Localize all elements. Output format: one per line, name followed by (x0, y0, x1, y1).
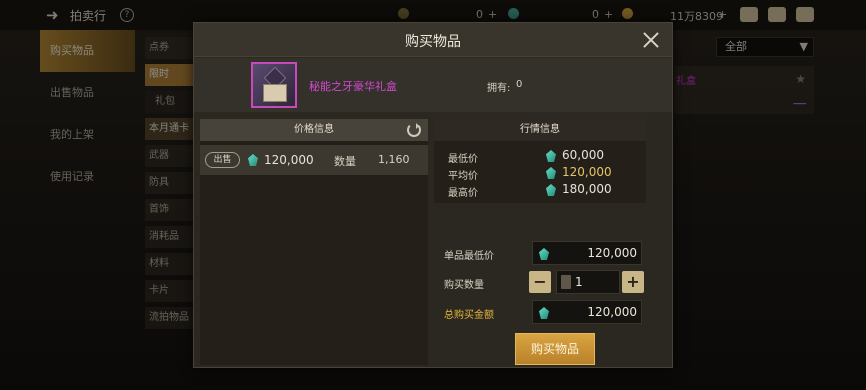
item-thumbnail (251, 62, 297, 108)
gem-icon (546, 184, 556, 196)
item-name: 秘能之牙豪华礼盒 (309, 80, 397, 93)
qty-input-box (556, 270, 620, 294)
item-box-art (263, 84, 287, 102)
gem-icon (539, 248, 549, 260)
owned-label: 拥有: (487, 83, 511, 94)
total-field: 120,000 (532, 300, 642, 324)
price-info-header: 价格信息 (200, 119, 428, 141)
gem-icon (539, 307, 549, 319)
max-price-label: 最高价 (448, 188, 478, 199)
total-value: 120,000 (587, 305, 637, 319)
unit-price-label: 单品最低价 (444, 251, 494, 262)
listing-qty: 1,160 (378, 153, 410, 166)
sell-tag: 出售 (205, 152, 240, 168)
gem-icon (546, 150, 556, 162)
buy-item-button[interactable]: 购买物品 (515, 333, 595, 365)
avg-price-value: 120,000 (562, 165, 612, 179)
market-info-panel: 行情信息 最低价 60,000 平均价 120,000 最高价 180,000 (434, 119, 646, 203)
qty-label: 购买数量 (444, 280, 484, 291)
gem-icon (248, 154, 258, 166)
gem-icon (546, 167, 556, 179)
decrease-qty-button[interactable]: − (529, 271, 551, 293)
buy-item-dialog: 购买物品 秘能之牙豪华礼盒 拥有: 0 价格信息 出售 120,000 数量 1… (193, 22, 673, 368)
max-price-value: 180,000 (562, 182, 612, 196)
item-summary: 秘能之牙豪华礼盒 拥有: 0 (194, 58, 672, 112)
close-icon[interactable] (640, 29, 662, 51)
listing-row[interactable]: 出售 120,000 数量 1,160 (200, 145, 428, 175)
dialog-header: 购买物品 (194, 23, 672, 57)
qty-input[interactable] (575, 274, 615, 290)
owned-value: 0 (516, 79, 523, 90)
listing-qty-label: 数量 (334, 155, 356, 168)
increase-qty-button[interactable]: + (622, 271, 644, 293)
min-price-label: 最低价 (448, 154, 478, 165)
min-price-value: 60,000 (562, 148, 604, 162)
refresh-icon[interactable] (407, 123, 421, 137)
dialog-title: 购买物品 (405, 34, 461, 50)
unit-price-value: 120,000 (587, 246, 637, 260)
price-info-panel: 价格信息 出售 120,000 数量 1,160 (200, 119, 428, 365)
market-info-header: 行情信息 (434, 119, 646, 141)
total-label: 总购买金额 (444, 310, 494, 321)
calculator-icon[interactable] (561, 275, 571, 289)
avg-price-label: 平均价 (448, 171, 478, 182)
unit-price-field: 120,000 (532, 241, 642, 265)
listing-price: 120,000 (264, 153, 314, 167)
